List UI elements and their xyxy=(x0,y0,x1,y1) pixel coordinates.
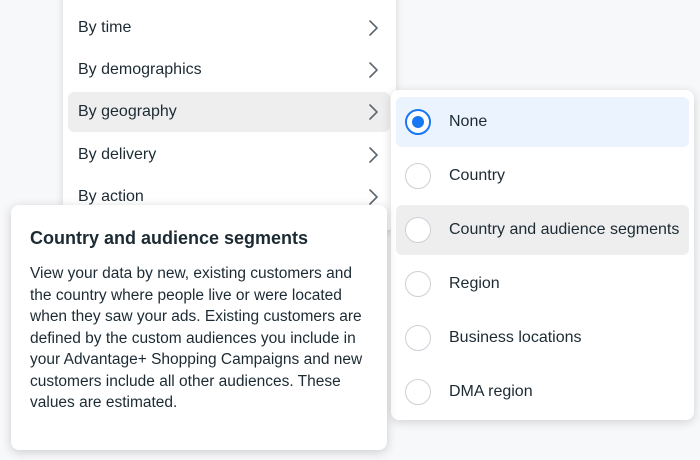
option-label: DMA region xyxy=(449,383,533,400)
menu-item-by-demographics[interactable]: By demographics xyxy=(68,50,390,90)
option-label: Region xyxy=(449,275,500,292)
radio-button-checked[interactable] xyxy=(405,109,431,135)
radio-button[interactable] xyxy=(405,217,431,243)
tooltip-body: View your data by new, existing customer… xyxy=(30,265,363,411)
menu-item-by-geography[interactable]: By geography xyxy=(68,92,390,132)
radio-button[interactable] xyxy=(405,163,431,189)
chevron-right-icon xyxy=(369,62,378,78)
radio-button[interactable] xyxy=(405,271,431,297)
option-none[interactable]: None xyxy=(396,97,689,147)
menu-item-label: By demographics xyxy=(78,61,202,78)
menu-item-label: By time xyxy=(78,19,132,36)
option-label: Country xyxy=(449,167,506,184)
breakdown-menu: By time By demographics By geography By … xyxy=(63,0,396,230)
tooltip-title: Country and audience segments xyxy=(30,228,309,248)
menu-item-label: By delivery xyxy=(78,146,157,163)
radio-button[interactable] xyxy=(405,325,431,351)
chevron-right-icon xyxy=(369,20,378,36)
option-country-and-audience-segments[interactable]: Country and audience segments xyxy=(396,205,689,255)
chevron-right-icon xyxy=(369,189,378,205)
geography-submenu: None Country Country and audience segmen… xyxy=(391,90,694,420)
info-tooltip: Country and audience segments View your … xyxy=(11,205,387,450)
menu-item-label: By action xyxy=(78,188,144,205)
menu-item-label: By geography xyxy=(78,103,177,120)
option-label: Country and audience segments xyxy=(449,221,680,238)
option-dma-region[interactable]: DMA region xyxy=(396,367,689,417)
option-label: Business locations xyxy=(449,329,582,346)
option-country[interactable]: Country xyxy=(396,151,689,201)
option-label: None xyxy=(449,113,488,130)
menu-item-by-time[interactable]: By time xyxy=(68,8,390,48)
option-business-locations[interactable]: Business locations xyxy=(396,313,689,363)
chevron-right-icon xyxy=(369,147,378,163)
radio-button[interactable] xyxy=(405,379,431,405)
option-region[interactable]: Region xyxy=(396,259,689,309)
chevron-right-icon xyxy=(369,104,378,120)
menu-item-by-delivery[interactable]: By delivery xyxy=(68,135,390,175)
